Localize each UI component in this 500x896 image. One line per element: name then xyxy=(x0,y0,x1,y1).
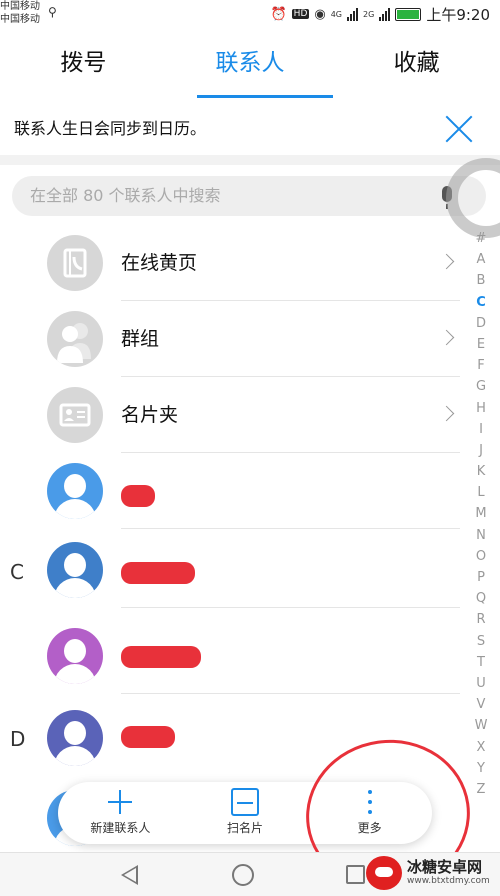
index-letter[interactable]: R xyxy=(470,609,492,630)
list-item-label: 名片夹 xyxy=(121,404,179,426)
avatar xyxy=(47,710,103,766)
yellow-pages-icon xyxy=(47,235,103,291)
index-letter[interactable]: M xyxy=(470,503,492,524)
index-letter[interactable]: O xyxy=(470,546,492,567)
divider xyxy=(121,693,460,694)
eye-icon: ◉ xyxy=(314,6,326,22)
recent-apps-icon[interactable] xyxy=(346,865,365,884)
list-item-label: 群组 xyxy=(121,328,160,350)
watermark-url: www.btxtdmy.com xyxy=(407,876,490,886)
index-letter[interactable]: S xyxy=(470,631,492,652)
scan-icon xyxy=(231,788,259,816)
network-label: 4G xyxy=(330,9,343,19)
index-letter[interactable]: Q xyxy=(470,588,492,609)
index-letter[interactable]: B xyxy=(470,270,492,291)
section-letter: C xyxy=(10,560,24,584)
index-letter[interactable]: D xyxy=(470,313,492,334)
contact-row[interactable] xyxy=(0,618,460,694)
divider xyxy=(121,528,460,529)
index-letter[interactable]: V xyxy=(470,694,492,715)
chevron-right-icon xyxy=(438,253,455,270)
list-item-label: 在线黄页 xyxy=(121,252,198,274)
business-card-icon xyxy=(47,387,103,443)
index-letter[interactable]: U xyxy=(470,673,492,694)
divider xyxy=(0,155,500,165)
watermark-logo-icon xyxy=(366,856,402,890)
birthday-sync-banner: 联系人生日会同步到日历。 xyxy=(0,105,500,155)
list-item-yellow-pages[interactable]: 在线黄页 xyxy=(0,225,460,301)
index-letter[interactable]: F xyxy=(470,355,492,376)
watermark: 冰糖安卓网 www.btxtdmy.com xyxy=(366,855,490,891)
index-letter[interactable]: Z xyxy=(470,779,492,800)
tab-bar: 拨号 联系人 收藏 xyxy=(0,28,500,98)
hd-icon: HD xyxy=(291,9,310,19)
chevron-right-icon xyxy=(438,329,455,346)
index-letter[interactable]: G xyxy=(470,376,492,397)
search-placeholder: 在全部 80 个联系人中搜索 xyxy=(30,186,221,205)
battery-icon xyxy=(395,7,422,21)
index-letter[interactable]: W xyxy=(470,715,492,736)
tab-favorites[interactable]: 收藏 xyxy=(333,28,500,98)
clock: 上午9:20 xyxy=(426,5,490,24)
contact-row[interactable]: C xyxy=(0,532,460,608)
index-letter[interactable]: H xyxy=(470,398,492,419)
signal-icon xyxy=(379,7,391,21)
index-letter[interactable]: Y xyxy=(470,758,492,779)
list-item-business-cards[interactable]: 名片夹 xyxy=(0,377,460,453)
index-letter[interactable]: T xyxy=(470,652,492,673)
avatar xyxy=(47,463,103,519)
index-letter[interactable]: K xyxy=(470,461,492,482)
index-letter[interactable]: C xyxy=(470,292,492,313)
redacted-name xyxy=(121,562,195,584)
index-letter[interactable]: E xyxy=(470,334,492,355)
redacted-name xyxy=(121,726,175,748)
home-icon[interactable] xyxy=(232,864,254,886)
action-label: 扫名片 xyxy=(227,821,264,835)
group-icon xyxy=(47,311,103,367)
list-item-groups[interactable]: 群组 xyxy=(0,301,460,377)
chevron-right-icon xyxy=(438,405,455,422)
scan-card-button[interactable]: 扫名片 xyxy=(183,782,308,844)
network-label: 2G xyxy=(363,9,375,19)
watermark-title: 冰糖安卓网 xyxy=(407,858,483,876)
tab-dialer[interactable]: 拨号 xyxy=(0,28,167,98)
carrier-label: 中国移动 xyxy=(0,1,40,12)
index-letter[interactable]: A xyxy=(470,249,492,270)
tab-contacts[interactable]: 联系人 xyxy=(167,28,334,98)
index-letter[interactable]: # xyxy=(470,228,492,249)
new-contact-button[interactable]: 新建联系人 xyxy=(58,782,183,844)
usb-icon: ⚲ xyxy=(48,5,57,19)
banner-text: 联系人生日会同步到日历。 xyxy=(14,119,207,138)
index-letter[interactable]: J xyxy=(470,440,492,461)
index-letter[interactable]: X xyxy=(470,737,492,758)
search-input[interactable]: 在全部 80 个联系人中搜索 xyxy=(12,176,486,216)
status-bar: 中国移动 中国移动 ⚲ ⏰ HD ◉ 4G 2G 上午9:20 xyxy=(0,0,500,28)
contact-row[interactable] xyxy=(0,453,460,529)
divider xyxy=(121,607,460,608)
alphabet-index[interactable]: # A B C D E F G H I J K L M N O P Q R S T U V W X Y Z xyxy=(470,228,492,800)
index-letter[interactable]: N xyxy=(470,525,492,546)
redacted-name xyxy=(121,646,201,668)
alarm-icon: ⏰ xyxy=(270,6,287,22)
back-icon[interactable] xyxy=(121,865,138,885)
carrier-label: 中国移动 xyxy=(0,14,40,25)
plus-icon xyxy=(106,788,134,816)
redacted-name xyxy=(121,485,155,507)
index-letter[interactable]: L xyxy=(470,482,492,503)
close-icon[interactable] xyxy=(444,114,474,144)
contacts-app: 中国移动 中国移动 ⚲ ⏰ HD ◉ 4G 2G 上午9:20 拨号 联系人 收… xyxy=(0,0,500,896)
index-letter[interactable]: I xyxy=(470,419,492,440)
avatar xyxy=(47,628,103,684)
section-letter: D xyxy=(10,727,26,751)
avatar xyxy=(47,542,103,598)
action-label: 新建联系人 xyxy=(90,821,151,835)
status-icons: ⏰ HD ◉ 4G 2G 上午9:20 xyxy=(270,3,500,25)
index-letter[interactable]: P xyxy=(470,567,492,588)
signal-icon xyxy=(347,7,359,21)
